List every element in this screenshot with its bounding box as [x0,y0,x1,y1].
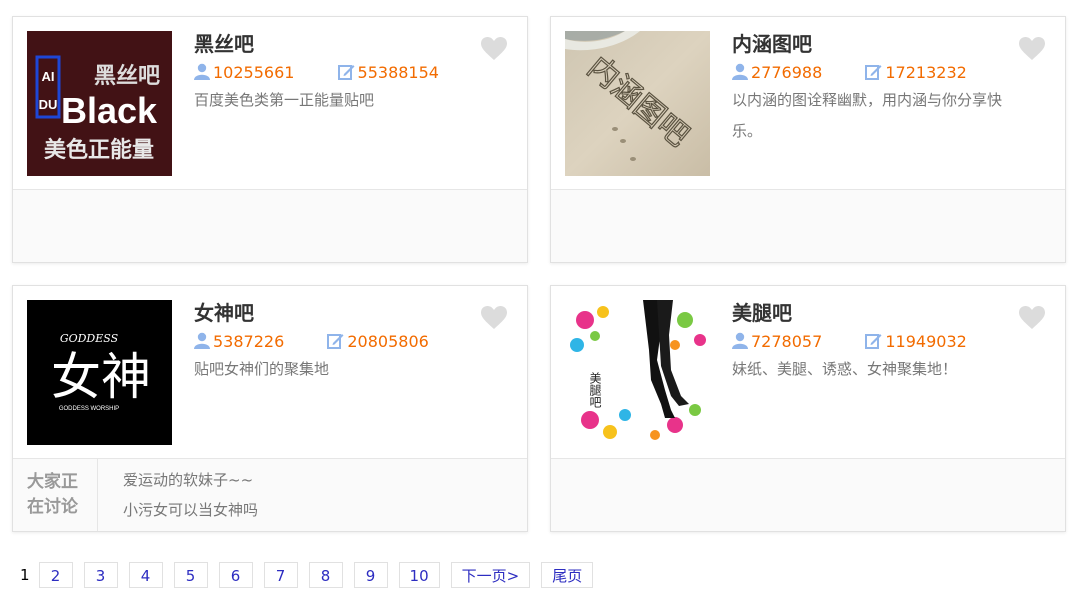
topic-list: 爱运动的软妹子~~ 小污女可以当女神吗 [123,465,258,525]
discussion-area: 大家正在讨论 爱运动的软妹子~~ 小污女可以当女神吗 [13,459,527,531]
thumb-text: GODDESS [60,332,119,345]
thumb-text: 美腿吧 [588,372,602,408]
bar-stats: 10255661 55388154 [194,59,467,85]
bar-thumbnail[interactable]: AI DU 黑丝吧 Black 美色正能量 [27,31,172,176]
post-count: 55388154 [337,60,439,86]
bar-thumbnail[interactable]: 内涵图吧 [565,31,710,176]
user-icon [194,332,210,349]
current-page: 1 [20,566,30,584]
discussion-area [13,190,527,262]
bar-stats: 5387226 20805806 [194,328,467,354]
bar-thumbnail[interactable]: 美腿吧 [565,300,710,445]
bar-description: 百度美色类第一正能量贴吧 [194,91,375,109]
bar-description: 贴吧女神们的聚集地 [194,360,330,378]
post-count: 20805806 [327,329,429,355]
discussion-label: 大家正在讨论 [13,459,98,531]
edit-icon [337,64,355,80]
bar-description: 妹纸、美腿、诱惑、女神聚集地！ [732,360,958,378]
bar-card: 内涵图吧 内涵图吧 2776988 17213232 以内涵的图诠释幽默，用内涵… [550,16,1066,263]
bar-stats: 2776988 17213232 [732,59,1005,85]
page-link[interactable]: 4 [128,562,163,588]
bar-name[interactable]: 美腿吧 [732,298,1005,328]
post-count: 11949032 [865,329,967,355]
heart-icon[interactable] [481,306,507,330]
next-page-link[interactable]: 下一页> [450,562,531,588]
member-count-value: 2776988 [751,62,823,82]
bar-stats: 7278057 11949032 [732,328,1005,354]
bar-card: 美腿吧 美腿吧 7278057 11949032 妹纸、美腿、诱惑、女神聚集地！ [550,285,1066,532]
edit-icon [327,333,344,349]
bar-info: 女神吧 5387226 20805806 贴吧女神们的聚集地 [194,298,467,385]
discussion-area [551,459,1065,531]
member-count: 7278057 [732,329,822,355]
page-link[interactable]: 6 [218,562,253,588]
post-count-value: 55388154 [357,62,439,82]
post-count: 17213232 [865,60,967,86]
thumb-text: 女神 [51,348,151,406]
page-link[interactable]: 3 [83,562,118,588]
member-count-value: 5387226 [213,331,285,351]
user-icon [732,63,748,80]
bar-info: 美腿吧 7278057 11949032 妹纸、美腿、诱惑、女神聚集地！ [732,298,1005,385]
topic-link[interactable]: 爱运动的软妹子~~ [123,465,258,495]
bar-info: 内涵图吧 2776988 17213232 以内涵的图诠释幽默，用内涵与你分享快… [732,29,1005,147]
post-count-value: 20805806 [347,331,429,351]
pagination: 1 2 3 4 5 6 7 8 9 10 下一页> 尾页 [20,561,604,589]
page-link[interactable]: 9 [353,562,388,588]
topic-link[interactable]: 小污女可以当女神吗 [123,495,258,525]
bar-thumbnail[interactable]: GODDESS 女神 GODDESS WORSHIP [27,300,172,445]
card-header: AI DU 黑丝吧 Black 美色正能量 黑丝吧 10255661 55388… [13,17,527,190]
user-icon [194,63,210,80]
page-link[interactable]: 5 [173,562,208,588]
page-link[interactable]: 7 [263,562,298,588]
heart-icon[interactable] [1019,37,1045,61]
post-count-value: 11949032 [885,331,967,351]
bar-name[interactable]: 内涵图吧 [732,29,1005,59]
discussion-label-text: 大家正在讨论 [27,472,78,517]
user-icon [732,332,748,349]
member-count: 2776988 [732,60,822,86]
member-count: 5387226 [194,329,284,355]
card-header: GODDESS 女神 GODDESS WORSHIP 女神吧 5387226 2… [13,286,527,459]
heart-icon[interactable] [481,37,507,61]
bar-description: 以内涵的图诠释幽默，用内涵与你分享快乐。 [732,91,1003,140]
bar-card: GODDESS 女神 GODDESS WORSHIP 女神吧 5387226 2… [12,285,528,532]
bar-name[interactable]: 黑丝吧 [194,29,467,59]
heart-icon[interactable] [1019,306,1045,330]
bar-name[interactable]: 女神吧 [194,298,467,328]
edit-icon [865,64,882,80]
thumb-text: 美色正能量 [44,137,154,163]
discussion-area [551,190,1065,262]
thumb-text: DU [39,97,58,112]
card-header: 美腿吧 美腿吧 7278057 11949032 妹纸、美腿、诱惑、女神聚集地！ [551,286,1065,459]
thumb-text: 黑丝吧 [94,63,160,89]
member-count-value: 7278057 [751,331,823,351]
page-link[interactable]: 8 [308,562,343,588]
post-count-value: 17213232 [885,62,967,82]
edit-icon [865,333,882,349]
member-count-value: 10255661 [213,62,295,82]
bar-info: 黑丝吧 10255661 55388154 百度美色类第一正能量贴吧 [194,29,467,116]
page-link[interactable]: 2 [38,562,73,588]
last-page-link[interactable]: 尾页 [541,562,594,588]
member-count: 10255661 [194,60,294,86]
thumb-text: Black [61,90,158,131]
thumb-text: GODDESS WORSHIP [59,406,119,412]
bar-card: AI DU 黑丝吧 Black 美色正能量 黑丝吧 10255661 55388… [12,16,528,263]
card-header: 内涵图吧 内涵图吧 2776988 17213232 以内涵的图诠释幽默，用内涵… [551,17,1065,190]
page-link[interactable]: 10 [398,562,440,588]
thumb-text: AI [42,69,55,84]
